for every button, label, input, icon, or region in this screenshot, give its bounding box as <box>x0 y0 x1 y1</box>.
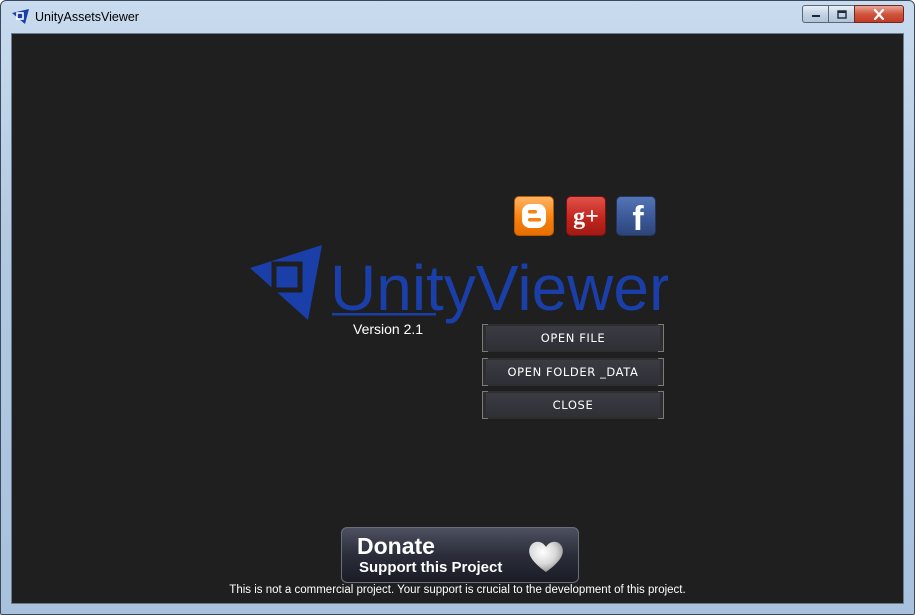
open-file-button[interactable]: OPEN FILE <box>482 324 664 352</box>
facebook-icon: f <box>632 200 644 238</box>
google-plus-link[interactable]: g+ <box>566 196 606 236</box>
maximize-icon <box>836 9 847 19</box>
svg-text:g+: g+ <box>573 204 599 230</box>
close-window-button[interactable] <box>854 5 904 23</box>
facebook-link[interactable]: f <box>616 196 656 238</box>
donate-title: Donate <box>357 533 435 559</box>
open-file-label: OPEN FILE <box>540 331 606 345</box>
title-bar[interactable]: UnityAssetsViewer <box>1 1 914 33</box>
open-folder-data-button[interactable]: OPEN FOLDER _DATA <box>482 358 664 386</box>
unity-cube-logo-icon <box>250 245 322 320</box>
heart-icon <box>529 541 563 572</box>
minimize-button[interactable] <box>802 5 829 23</box>
version-label: Version 2.1 <box>353 321 424 337</box>
svg-text:f: f <box>632 200 644 235</box>
close-app-button[interactable]: CLOSE <box>482 391 664 419</box>
open-folder-label: OPEN FOLDER _DATA <box>507 365 639 379</box>
close-label: CLOSE <box>552 398 594 412</box>
window-title: UnityAssetsViewer <box>35 10 139 24</box>
donate-subtitle: Support this Project <box>359 559 503 576</box>
google-plus-icon: g+ <box>573 204 599 230</box>
unity-viewer-logo: UnityViewer <box>250 245 668 324</box>
main-canvas: g+ f UnityViewer Version 2.1 OPEN FILE O… <box>11 33 904 604</box>
donate-button[interactable]: Donate Support this Project <box>341 527 579 583</box>
minimize-icon <box>811 15 820 17</box>
unity-logo-icon <box>12 9 29 24</box>
close-icon <box>873 8 885 20</box>
maximize-button[interactable] <box>828 5 855 23</box>
blogger-icon <box>522 204 546 228</box>
blogger-link[interactable] <box>514 196 554 236</box>
app-window: UnityAssetsViewer g+ f UnityViewer Versi… <box>0 0 915 615</box>
support-note: This is not a commercial project. Your s… <box>229 584 686 596</box>
